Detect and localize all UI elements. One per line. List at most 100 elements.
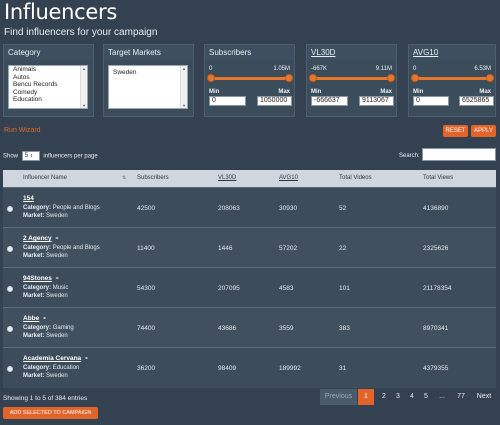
cell-vl30d: 1446 (218, 245, 233, 252)
markets-scrollbar[interactable]: ▲ ▼ (180, 66, 187, 108)
market-value: Sweden (46, 333, 68, 339)
market-value: Sweden (46, 373, 68, 379)
subscribers-min-input[interactable]: 0 (209, 96, 246, 106)
avg10-range-min: 0 (413, 66, 417, 72)
vl30d-min-label: Min (311, 89, 322, 95)
column-header-name[interactable]: Influencer Name (23, 175, 67, 181)
avg10-filter-label[interactable]: AVG10 (409, 45, 495, 60)
row-market: Market: Sweden (23, 293, 68, 299)
external-link-icon[interactable]: ⚭ (84, 356, 89, 362)
influencers-table: Influencer Name ⇅ Subscribers VL30D AVG1… (3, 170, 496, 388)
column-header-vl30d[interactable]: VL30D (218, 175, 236, 181)
show-label: Show (3, 153, 19, 160)
category-scrollbar[interactable]: ▲ ▼ (80, 66, 87, 108)
pagination-next[interactable]: Next (472, 389, 496, 405)
category-value: Education (52, 365, 80, 371)
vl30d-max-input[interactable]: 9113067 (359, 96, 394, 106)
column-header-total-videos[interactable]: Total Videos (339, 175, 372, 181)
avg10-range-track[interactable] (415, 77, 490, 80)
subscribers-max-handle[interactable] (285, 74, 293, 82)
subscribers-range-max: 1.05M (273, 66, 290, 72)
category-label: Category: (23, 205, 52, 211)
column-header-total-views[interactable]: Total Views (423, 175, 453, 181)
row-select-radio[interactable] (7, 366, 13, 372)
row-select-radio[interactable] (7, 206, 13, 212)
subscribers-max-input[interactable]: 1050000 (257, 96, 292, 106)
avg10-range-max: 6.53M (474, 66, 491, 72)
cell-subscribers: 74400 (137, 325, 156, 332)
external-link-icon[interactable]: ⚭ (55, 236, 60, 242)
pagination-previous[interactable]: Previous (320, 389, 357, 405)
vl30d-min-handle[interactable] (309, 74, 317, 82)
external-link-icon[interactable]: ⚭ (55, 276, 60, 282)
per-page-select[interactable]: 5 ⇕ (21, 151, 40, 161)
influencer-name-link[interactable]: 2 Agency ⚭ (23, 235, 59, 242)
market-value: Sweden (46, 213, 68, 219)
table-row: 2 Agency ⚭ Category: People and Blogs Mar… (3, 227, 496, 267)
external-link-icon[interactable]: ⚭ (42, 316, 47, 322)
scroll-up-icon[interactable]: ▲ (182, 66, 186, 71)
influencer-name[interactable]: 154 (23, 195, 34, 202)
run-wizard-link[interactable]: Run Wizard (4, 127, 41, 134)
influencer-name[interactable]: 2 Agency (23, 235, 52, 242)
category-label: Category: (23, 285, 52, 291)
markets-listbox[interactable]: Sweden ▲ ▼ (108, 65, 188, 109)
influencer-name[interactable]: Academia Cervana (23, 355, 81, 362)
add-selected-to-campaign-button[interactable]: ADD SELECTED TO CAMPAIGN (3, 407, 98, 419)
cell-vl30d: 98409 (218, 365, 237, 372)
vl30d-min-input[interactable]: -666637 (311, 96, 348, 106)
apply-button[interactable]: APPLY (471, 125, 496, 137)
category-option[interactable]: Comedy (9, 89, 87, 97)
subscribers-range-track[interactable] (211, 77, 289, 80)
pagination-page-5[interactable]: 5 (418, 389, 434, 405)
cell-vl30d: 43686 (218, 325, 237, 332)
avg10-min-input[interactable]: 0 (413, 96, 449, 106)
influencer-name[interactable]: Abbe (23, 315, 39, 322)
vl30d-range-min: -667K (311, 66, 328, 72)
avg10-max-handle[interactable] (486, 74, 494, 82)
market-label: Market: (23, 293, 45, 299)
influencer-name-link[interactable]: Academia Cervana ⚭ (23, 355, 89, 362)
table-row: 154 Category: People and Blogs Market: S… (3, 187, 496, 227)
influencer-name-link[interactable]: 94Stones ⚭ (23, 275, 60, 282)
cell-avg10: 57202 (279, 245, 298, 252)
subscribers-min-handle[interactable] (207, 74, 215, 82)
category-option[interactable]: Education (9, 96, 87, 104)
vl30d-max-handle[interactable] (387, 74, 395, 82)
per-page-control: Show 5 ⇕ influencers per page (3, 151, 98, 161)
category-option[interactable]: Bencu Records (9, 81, 87, 89)
influencer-name-link[interactable]: 154 (23, 195, 34, 202)
entries-info: Showing 1 to 5 of 384 entries (3, 395, 88, 402)
row-market: Market: Sweden (23, 333, 68, 339)
cell-total-views: 4136890 (423, 205, 449, 212)
influencer-name[interactable]: 94Stones (23, 275, 52, 282)
category-option[interactable]: Animals (9, 66, 87, 74)
pagination-page-77[interactable]: 77 (452, 389, 470, 405)
vl30d-range-track[interactable] (313, 77, 391, 80)
row-select-radio[interactable] (7, 246, 13, 252)
influencer-name-link[interactable]: Abbe ⚭ (23, 315, 47, 322)
scroll-up-icon[interactable]: ▲ (82, 66, 86, 71)
column-header-subscribers[interactable]: Subscribers (137, 175, 169, 181)
row-category: Category: Gaming (23, 325, 74, 331)
vl30d-filter-panel: VL30D -667K 9.11M Min Max -666637 911306… (306, 44, 397, 117)
sort-icon[interactable]: ⇅ (122, 175, 126, 181)
category-option[interactable]: Autos (9, 74, 87, 82)
reset-button[interactable]: RESET (443, 125, 468, 137)
cell-total-views: 4379355 (423, 365, 449, 372)
category-listbox[interactable]: Animals Autos Bencu Records Comedy Educa… (8, 65, 88, 109)
scroll-down-icon[interactable]: ▼ (82, 103, 86, 108)
column-header-avg10[interactable]: AVG10 (279, 175, 298, 181)
row-select-radio[interactable] (7, 286, 13, 292)
market-option[interactable]: Sweden (109, 69, 187, 77)
row-select-radio[interactable] (7, 326, 13, 332)
avg10-max-input[interactable]: 6525865 (459, 96, 494, 106)
pagination-page-1[interactable]: 1 (358, 389, 374, 405)
row-market: Market: Sweden (23, 373, 68, 379)
avg10-min-handle[interactable] (411, 74, 419, 82)
select-arrows-icon: ⇕ (29, 153, 34, 158)
scroll-down-icon[interactable]: ▼ (182, 103, 186, 108)
cell-avg10: 4583 (279, 285, 294, 292)
vl30d-filter-label[interactable]: VL30D (307, 45, 396, 60)
search-input[interactable] (422, 148, 496, 161)
